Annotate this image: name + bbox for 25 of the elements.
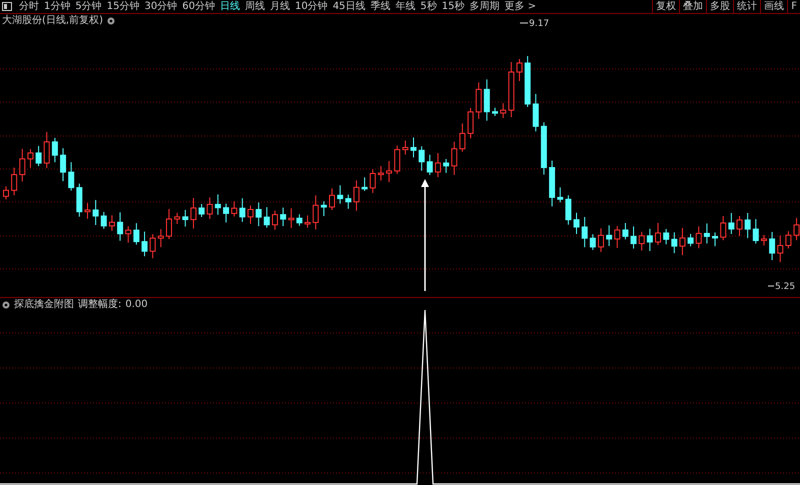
settings-icon[interactable]	[106, 17, 115, 25]
chart-title: 大湖股份(日线,前复权)	[2, 15, 103, 27]
period-tab[interactable]: 周线	[244, 0, 265, 12]
period-tab[interactable]: 15秒	[442, 0, 465, 12]
period-tab[interactable]: 45日线	[332, 0, 366, 12]
period-tab[interactable]: 多周期	[470, 0, 500, 12]
period-tab[interactable]: 30分钟	[144, 0, 178, 12]
arrow-icon	[421, 179, 429, 291]
period-tab[interactable]: 5分钟	[75, 0, 102, 12]
period-tab[interactable]: 1分钟	[44, 0, 70, 12]
period-tab[interactable]: 60分钟	[182, 0, 215, 12]
window-icon[interactable]	[2, 2, 12, 11]
period-tab[interactable]: 季线	[370, 0, 390, 12]
indicator-label: 调整幅度:	[78, 299, 122, 311]
period-tab[interactable]: 15分钟	[106, 0, 140, 12]
indicator-name: 探底擒金附图	[14, 299, 74, 311]
indicator-value: 0.00	[125, 299, 148, 311]
period-tab[interactable]: 日线	[220, 0, 240, 12]
period-tab[interactable]: 分时	[19, 0, 39, 12]
period-tab[interactable]: 月线	[270, 0, 290, 12]
period-tab[interactable]: 10分钟	[294, 0, 328, 12]
settings-icon[interactable]	[2, 301, 10, 309]
period-tab[interactable]: 年线	[395, 0, 416, 12]
period-tab[interactable]: 更多 >	[504, 0, 536, 12]
period-tab[interactable]: 5秒	[420, 0, 437, 12]
